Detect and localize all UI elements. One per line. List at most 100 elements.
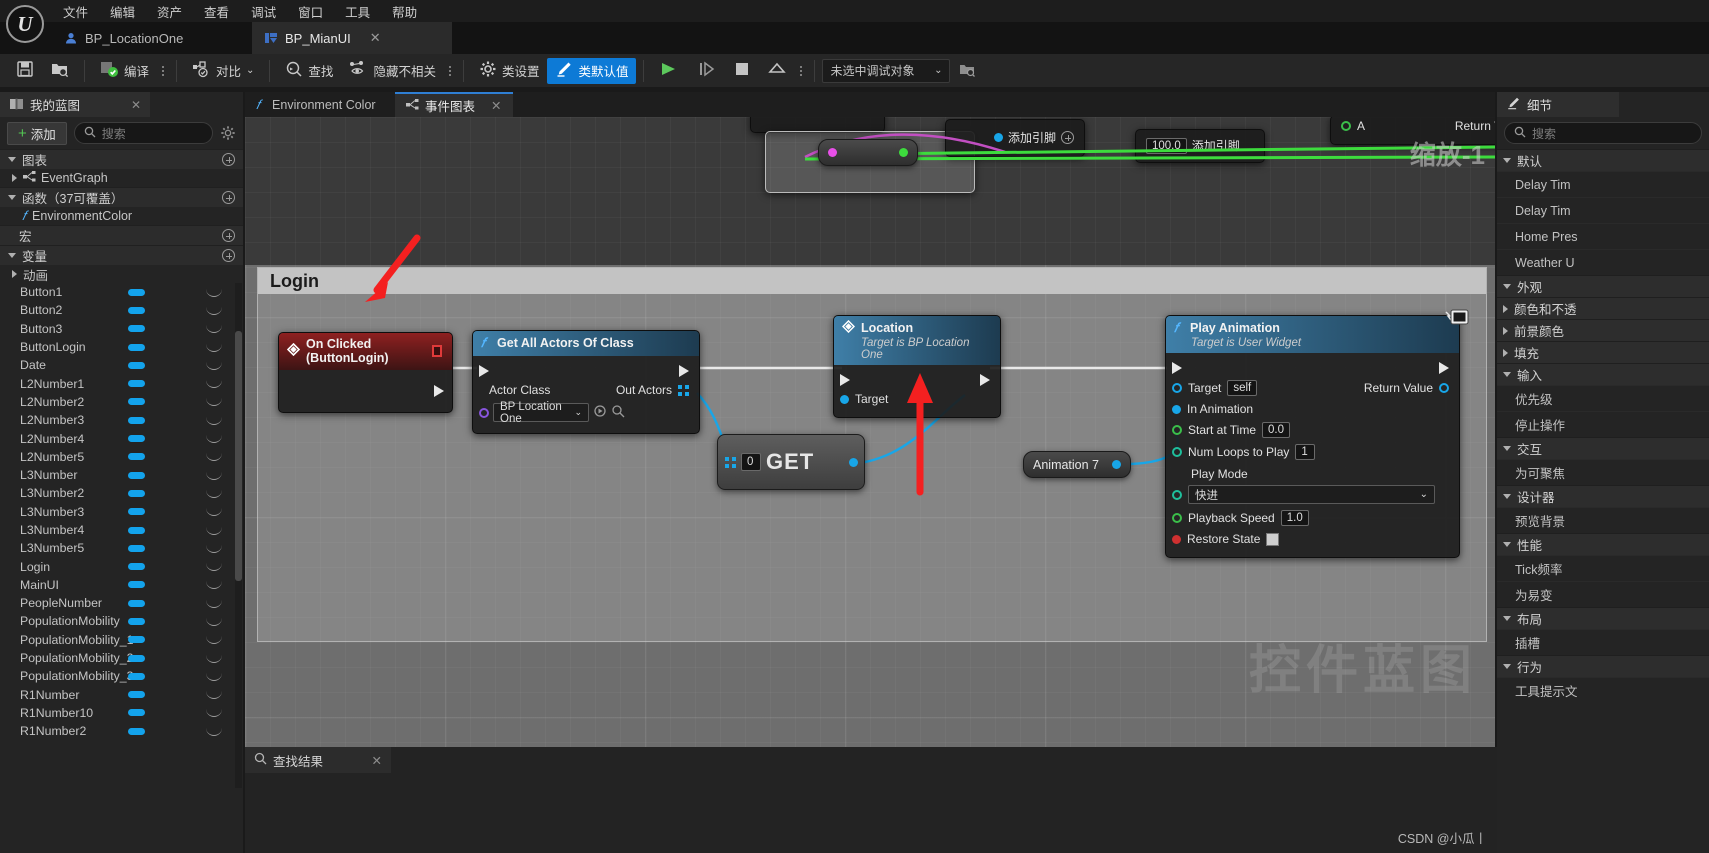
variable-row[interactable]: L2Number1 [0, 374, 243, 392]
class-defaults-button[interactable]: 类默认值 [547, 57, 637, 84]
out-actors-array-pin[interactable] [678, 384, 689, 396]
details-property-row[interactable]: 为易变 [1497, 581, 1709, 607]
exec-out-pin[interactable] [679, 364, 689, 377]
variable-row[interactable]: L2Number3 [0, 411, 243, 429]
details-group-5[interactable]: 输入 [1497, 363, 1709, 385]
asset-tab-bp-mianui[interactable]: BP_MianUI ✕ [252, 22, 452, 54]
variable-row[interactable]: R1Number2 [0, 722, 243, 740]
browse-button[interactable] [42, 58, 77, 84]
variable-row[interactable]: L2Number4 [0, 429, 243, 447]
variable-row[interactable]: PopulationMobility_1 [0, 631, 243, 649]
variable-type-pill[interactable] [128, 343, 145, 351]
num-loops-field[interactable]: 1 [1295, 444, 1316, 460]
play-button[interactable] [651, 58, 689, 84]
variable-category-animation[interactable]: 动画 [0, 265, 243, 283]
eye-closed-icon[interactable] [206, 397, 222, 407]
play-mode-pin[interactable] [1172, 489, 1182, 500]
playback-speed-field[interactable]: 1.0 [1280, 510, 1309, 526]
eye-closed-icon[interactable] [206, 379, 222, 389]
my-blueprint-settings-gear-icon[interactable] [220, 125, 236, 141]
details-property-row[interactable]: 停止操作 [1497, 411, 1709, 437]
variable-type-pill[interactable] [128, 398, 145, 406]
variable-type-pill[interactable] [128, 599, 145, 607]
chevron-right-icon[interactable] [12, 174, 17, 182]
add-pin-button[interactable] [1061, 131, 1074, 144]
start-at-time-field[interactable]: 0.0 [1262, 422, 1291, 438]
debug-object-dropdown[interactable]: 未选中调试对象 ⌄ [822, 58, 951, 83]
eye-closed-icon[interactable] [206, 690, 222, 700]
section-graphs[interactable]: 图表 [0, 149, 243, 169]
variable-row[interactable]: ButtonLogin [0, 338, 243, 356]
variable-row[interactable]: PeopleNumber [0, 594, 243, 612]
function-item-environmentcolor[interactable]: 𝑓 EnvironmentColor [0, 207, 243, 225]
target-pin[interactable] [840, 394, 849, 404]
eye-closed-icon[interactable] [206, 526, 222, 535]
node-play-animation[interactable]: 𝑓 Play Animation Target is User Widget T… [1165, 315, 1460, 558]
variable-type-pill[interactable] [128, 672, 145, 680]
variable-type-pill[interactable] [128, 727, 145, 735]
variable-row[interactable]: L3Number2 [0, 484, 243, 502]
variable-row[interactable]: R1Number [0, 686, 243, 704]
variable-type-pill[interactable] [128, 471, 145, 479]
eye-closed-icon[interactable] [206, 489, 222, 498]
graph-tab-environment-color[interactable]: 𝑓 Environment Color [245, 92, 387, 117]
hide-unrelated-button[interactable]: 隐藏不相关 [341, 58, 444, 84]
variable-row[interactable]: L3Number4 [0, 521, 243, 539]
section-functions[interactable]: 函数（37可覆盖） [0, 187, 243, 207]
variable-type-pill[interactable] [128, 636, 145, 644]
eye-closed-icon[interactable] [206, 635, 222, 645]
index-value-field[interactable]: 0 [741, 453, 761, 471]
details-property-row[interactable]: Tick频率 [1497, 555, 1709, 581]
find-results-close-icon[interactable]: ✕ [372, 753, 382, 768]
eye-closed-icon[interactable] [206, 306, 222, 315]
my-blueprint-tab[interactable]: 我的蓝图 ✕ [0, 92, 150, 117]
eye-closed-icon[interactable] [206, 343, 222, 352]
eye-closed-icon[interactable] [206, 599, 222, 608]
scrollbar-thumb[interactable] [235, 331, 242, 581]
variable-type-pill[interactable] [128, 563, 145, 571]
play-options-kebab[interactable] [795, 65, 807, 76]
variable-row[interactable]: PopulationMobility_2 [0, 649, 243, 667]
eye-closed-icon[interactable] [206, 672, 222, 681]
variable-row[interactable]: L3Number5 [0, 539, 243, 557]
restore-state-pin[interactable] [1172, 534, 1181, 544]
variable-row[interactable]: L2Number5 [0, 448, 243, 466]
menu-item-view[interactable]: 查看 [193, 0, 240, 24]
add-macro-button[interactable] [222, 229, 235, 242]
variable-type-pill[interactable] [128, 691, 145, 699]
variable-row[interactable]: PopulationMobility_3 [0, 667, 243, 685]
details-property-row[interactable]: 预览背景 [1497, 507, 1709, 533]
details-property-row[interactable]: Delay Tim [1497, 197, 1709, 223]
offscreen-node-add-pin-1[interactable]: 添加引脚 [945, 119, 1085, 157]
variable-type-pill[interactable] [128, 306, 145, 314]
step-button[interactable] [689, 58, 725, 84]
variable-type-pill[interactable] [128, 709, 145, 717]
exec-in-pin[interactable] [479, 364, 489, 377]
pin-dot[interactable] [993, 133, 1003, 142]
my-blueprint-search-input[interactable]: 搜索 [73, 122, 213, 144]
pin-dot-a[interactable] [1341, 121, 1351, 131]
details-group-2[interactable]: 颜色和不透 [1497, 297, 1709, 319]
asset-tab-bp-locationone[interactable]: BP_LocationOne [52, 22, 196, 54]
playback-speed-pin[interactable] [1172, 513, 1182, 523]
eye-closed-icon[interactable] [206, 361, 222, 370]
asset-tab-close-icon[interactable]: ✕ [370, 30, 381, 46]
exec-in-pin[interactable] [1172, 361, 1182, 374]
variable-type-pill[interactable] [128, 544, 145, 552]
menu-item-tools[interactable]: 工具 [334, 0, 381, 24]
node-animation-variable[interactable]: Animation 7 [1023, 451, 1131, 478]
eye-closed-icon[interactable] [206, 544, 222, 553]
eye-closed-icon[interactable] [206, 471, 222, 480]
find-button[interactable]: ▸ 查找 [277, 58, 341, 84]
variable-list-scrollbar[interactable] [235, 283, 242, 788]
eye-closed-icon[interactable] [206, 654, 222, 663]
details-group-4[interactable]: 填充 [1497, 341, 1709, 363]
graph-tab-event-graph[interactable]: 事件图表 ✕ [395, 92, 513, 117]
node-location[interactable]: Location Target is BP Location One Targe… [833, 315, 1001, 418]
eye-closed-icon[interactable] [206, 507, 222, 517]
return-value-pin[interactable] [1439, 383, 1449, 393]
start-at-time-pin[interactable] [1172, 425, 1182, 435]
node-get-all-actors-of-class[interactable]: 𝑓 Get All Actors Of Class Actor Class Ou… [472, 330, 700, 434]
variable-row[interactable]: MainUI [0, 576, 243, 594]
variable-type-pill[interactable] [128, 288, 145, 296]
